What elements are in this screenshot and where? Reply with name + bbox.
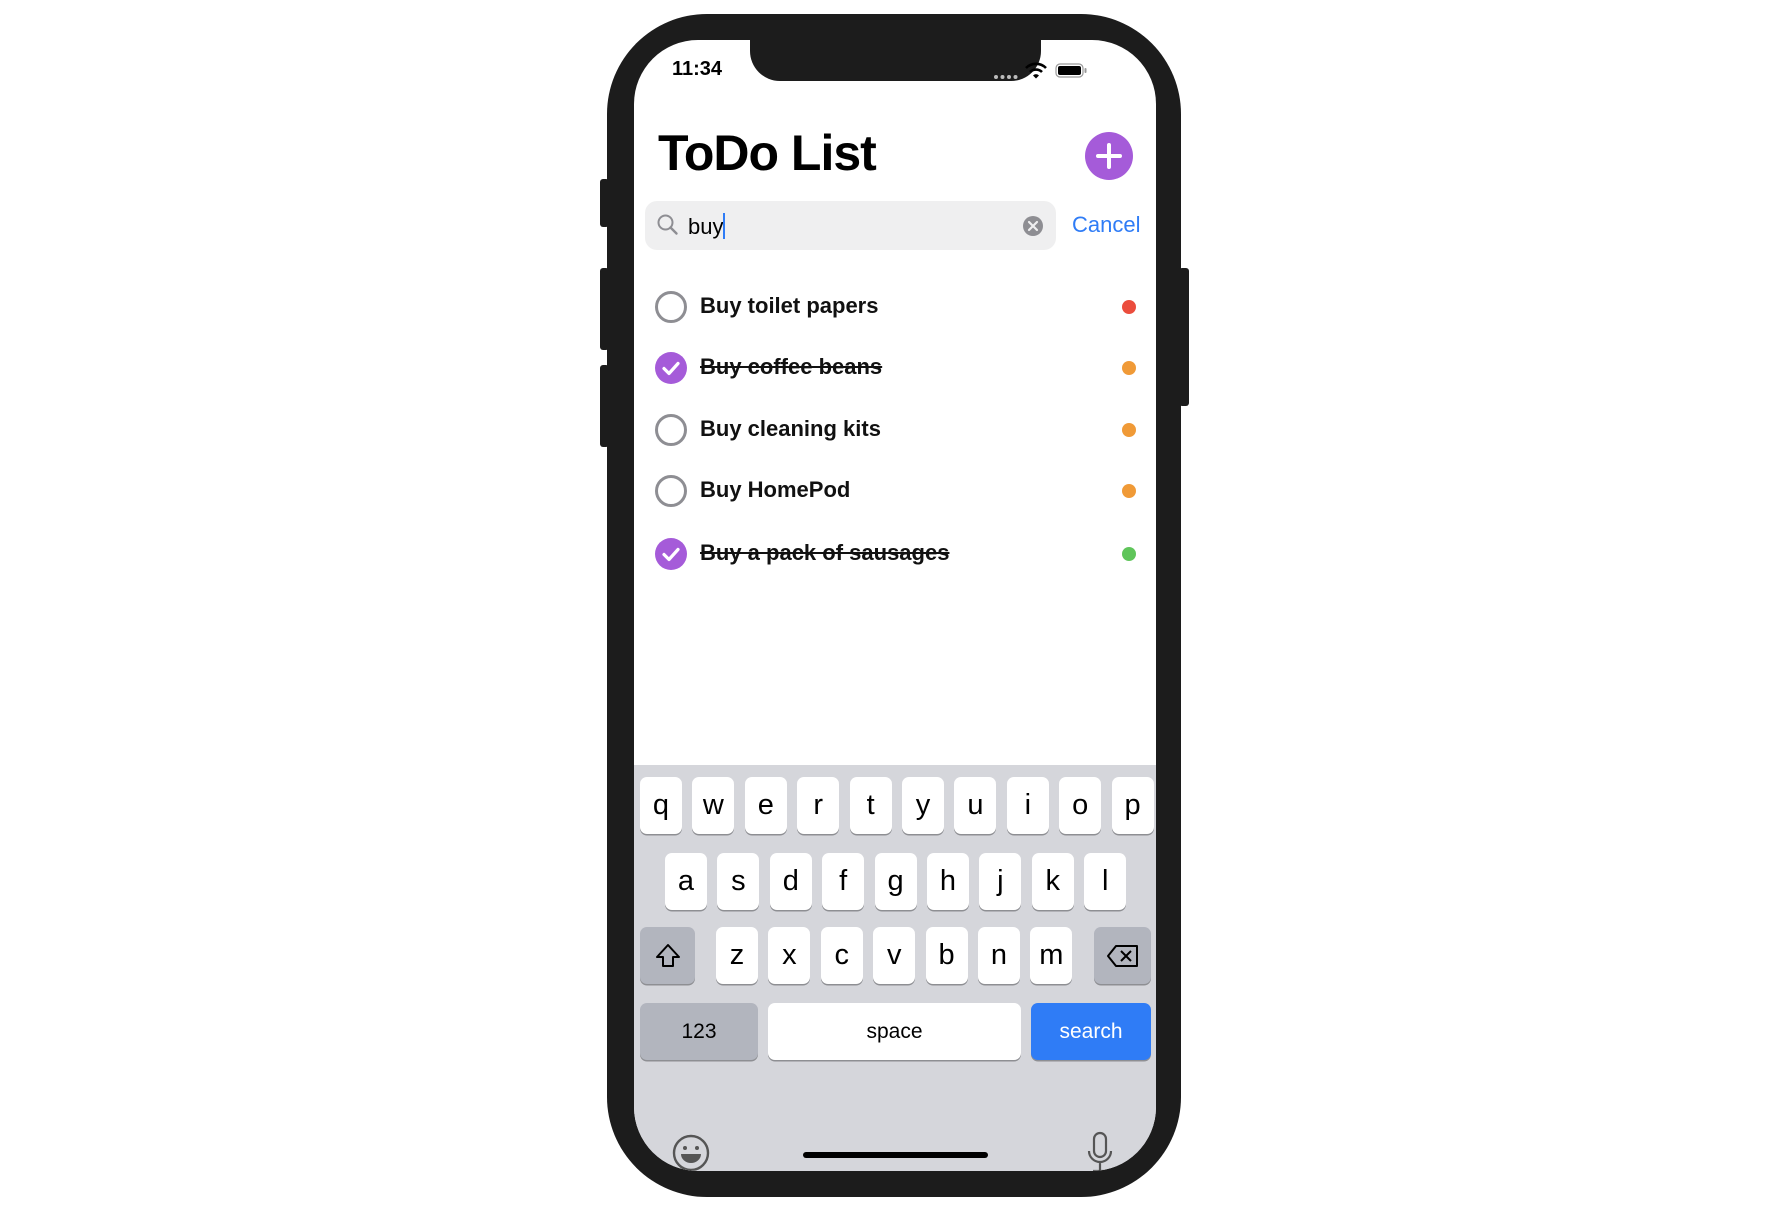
signal-icon [994, 75, 1018, 79]
emoji-smiley-icon[interactable] [671, 1133, 711, 1171]
key-d[interactable]: d [769, 853, 812, 910]
priority-dot [1122, 547, 1136, 561]
search-key[interactable]: search [1031, 1003, 1151, 1060]
key-m[interactable]: m [1030, 927, 1073, 984]
key-g[interactable]: g [874, 853, 917, 910]
key-v[interactable]: v [873, 927, 916, 984]
todo-title: Buy HomePod [700, 477, 851, 502]
checked-circle-icon[interactable] [655, 538, 687, 570]
key-k[interactable]: k [1031, 853, 1074, 910]
microphone-icon[interactable] [1085, 1131, 1115, 1171]
key-l[interactable]: l [1084, 853, 1127, 910]
todo-title: Buy coffee beans [700, 354, 883, 379]
plus-icon [1096, 143, 1122, 169]
todo-row[interactable]: Buy cleaning kits [634, 399, 1156, 461]
status-time: 11:34 [672, 58, 723, 80]
key-i[interactable]: i [1006, 777, 1049, 834]
key-f[interactable]: f [822, 853, 865, 910]
todo-row[interactable]: Buy HomePod [634, 460, 1156, 522]
priority-dot [1122, 300, 1136, 314]
todo-title: Buy toilet papers [700, 293, 879, 318]
key-r[interactable]: r [797, 777, 840, 834]
key-w[interactable]: w [692, 777, 735, 834]
text-caret [723, 213, 726, 239]
search-field[interactable]: buy [645, 201, 1056, 250]
key-t[interactable]: t [849, 777, 892, 834]
battery-icon [1055, 63, 1087, 78]
todo-row[interactable]: Buy a pack of sausages [634, 523, 1156, 585]
priority-dot [1122, 423, 1136, 437]
search-value: buy [688, 214, 724, 239]
shift-arrow-icon [655, 943, 680, 967]
key-b[interactable]: b [925, 927, 968, 984]
key-n[interactable]: n [978, 927, 1020, 984]
key-u[interactable]: u [954, 777, 997, 834]
phone-screen: 11:34 ToDo List buy Cancel Buy toilet pa… [634, 40, 1156, 1171]
key-o[interactable]: o [1059, 777, 1102, 834]
key-h[interactable]: h [927, 853, 969, 910]
space-key[interactable]: space [768, 1003, 1021, 1060]
clear-x-icon[interactable] [1022, 215, 1044, 237]
todo-title: Buy a pack of sausages [700, 540, 950, 565]
key-z[interactable]: z [716, 927, 758, 984]
cancel-button[interactable]: Cancel [1072, 212, 1140, 238]
page-title: ToDo List [658, 125, 877, 181]
keyboard: q w e r t y u i o p a s d f g h j k l z x c v b n m 123 space search [634, 765, 1156, 1171]
backspace-icon [1106, 944, 1138, 967]
shift-key[interactable] [640, 927, 695, 984]
key-c[interactable]: c [820, 927, 863, 984]
key-s[interactable]: s [717, 853, 760, 910]
priority-dot [1122, 361, 1136, 375]
add-todo-button[interactable] [1085, 132, 1133, 180]
search-input[interactable]: buy [688, 213, 726, 240]
priority-dot [1122, 484, 1136, 498]
wifi-icon [1025, 62, 1047, 79]
key-j[interactable]: j [979, 853, 1022, 910]
unchecked-circle-icon[interactable] [655, 414, 687, 446]
magnifier-icon [657, 214, 678, 235]
delete-key[interactable] [1094, 927, 1151, 984]
todo-title: Buy cleaning kits [700, 416, 881, 441]
numbers-key[interactable]: 123 [640, 1003, 758, 1060]
checked-circle-icon[interactable] [655, 352, 687, 384]
key-x[interactable]: x [768, 927, 811, 984]
unchecked-circle-icon[interactable] [655, 475, 687, 507]
unchecked-circle-icon[interactable] [655, 291, 687, 323]
key-a[interactable]: a [665, 853, 707, 910]
key-e[interactable]: e [744, 777, 787, 834]
home-indicator[interactable] [803, 1152, 988, 1158]
key-q[interactable]: q [640, 777, 682, 834]
todo-row[interactable]: Buy toilet papers [634, 276, 1156, 338]
key-p[interactable]: p [1111, 777, 1154, 834]
key-y[interactable]: y [902, 777, 944, 834]
todo-row[interactable]: Buy coffee beans [634, 337, 1156, 399]
